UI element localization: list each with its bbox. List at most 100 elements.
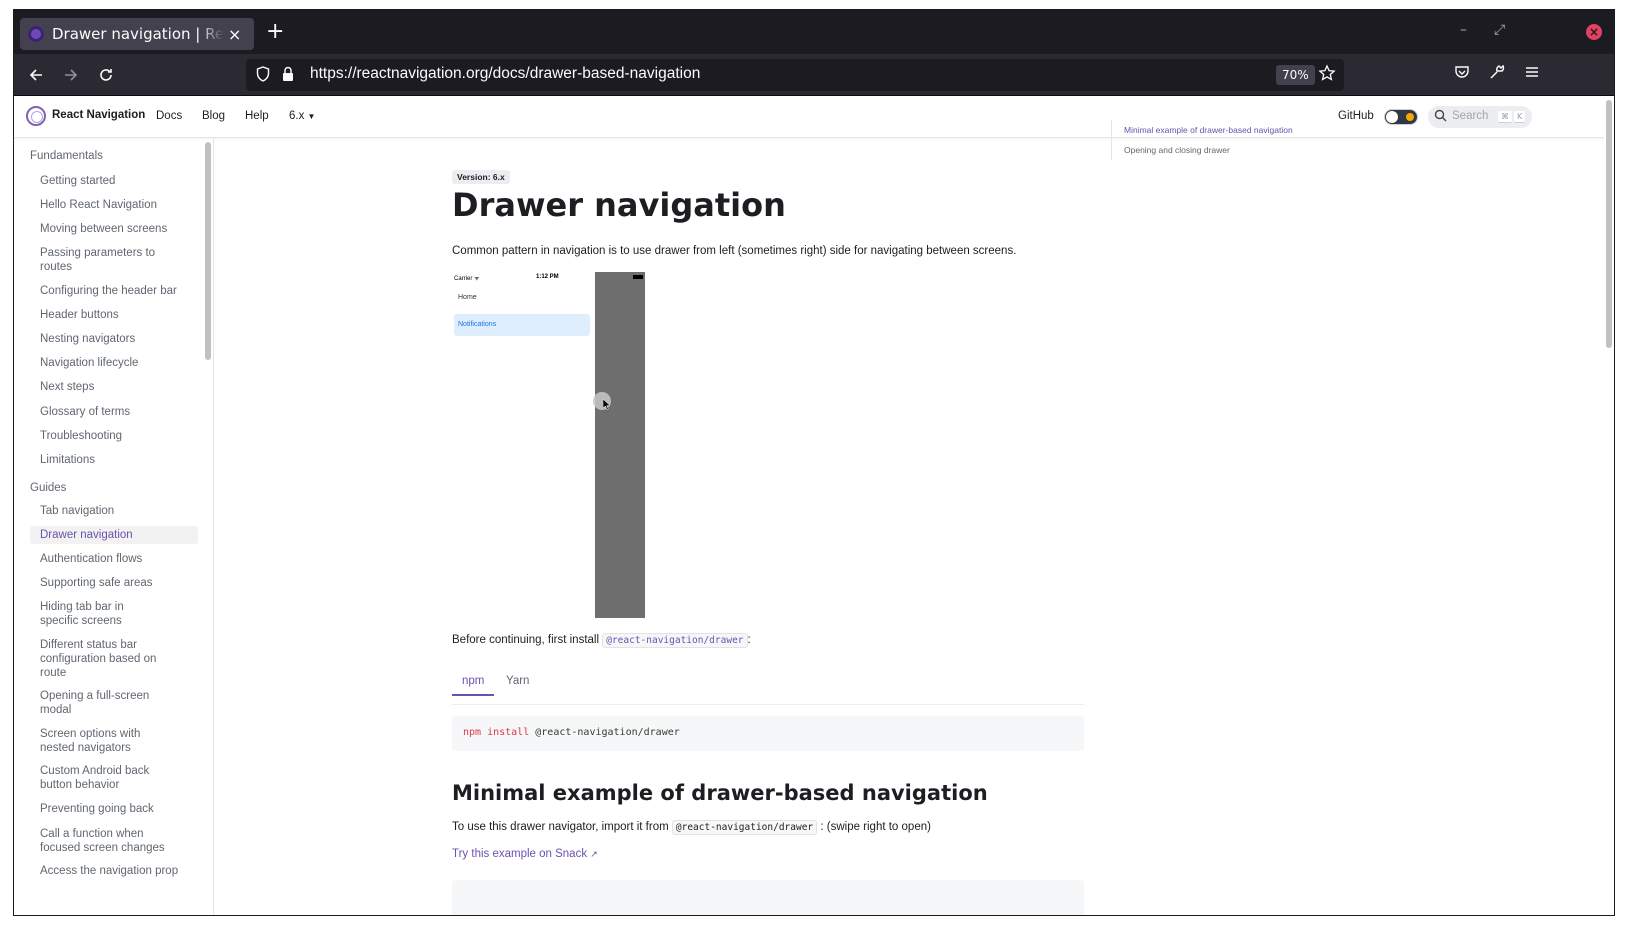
search-key-k: K bbox=[1514, 111, 1526, 123]
forward-arrow-icon bbox=[65, 69, 78, 81]
snack-link-text: Try this example on Snack bbox=[452, 848, 588, 860]
docs-sidebar: Fundamentals Getting started Hello React… bbox=[14, 138, 214, 915]
sidebar-item-configuring-header-bar[interactable]: Configuring the header bar bbox=[30, 282, 198, 300]
usage-prefix-text: To use this drawer navigator, import it … bbox=[452, 821, 669, 833]
tab-npm[interactable]: npm bbox=[452, 666, 495, 696]
nav-link-docs[interactable]: Docs bbox=[156, 110, 182, 122]
mouse-cursor-icon bbox=[603, 399, 611, 410]
sidebar-item-status-bar[interactable]: Different status bar configuration based… bbox=[30, 636, 170, 682]
toc-item-opening-closing-drawer[interactable]: Opening and closing drawer bbox=[1124, 140, 1351, 160]
sidebar-item-moving-between-screens[interactable]: Moving between screens bbox=[30, 220, 198, 238]
toc-item-minimal-example[interactable]: Minimal example of drawer-based navigati… bbox=[1124, 120, 1351, 140]
demo-screen-overlay bbox=[595, 272, 645, 618]
tracking-protection-shield-icon[interactable] bbox=[256, 66, 270, 82]
pocket-icon[interactable] bbox=[1454, 64, 1470, 80]
sidebar-item-full-screen-modal[interactable]: Opening a full-screen modal bbox=[30, 687, 160, 719]
bookmark-star-icon[interactable] bbox=[1318, 64, 1336, 82]
install-paragraph: Before continuing, first install @react-… bbox=[452, 633, 751, 648]
menu-hamburger-icon[interactable] bbox=[1524, 64, 1540, 80]
new-tab-button[interactable]: + bbox=[266, 20, 284, 44]
reload-button[interactable] bbox=[94, 63, 118, 87]
react-navigation-logo-icon[interactable] bbox=[26, 106, 46, 126]
sidebar-item-nesting-navigators[interactable]: Nesting navigators bbox=[30, 330, 198, 348]
sidebar-scrollbar[interactable] bbox=[205, 142, 211, 360]
search-placeholder: Search bbox=[1452, 110, 1489, 122]
demo-status-time: 1:12 PM bbox=[536, 274, 559, 280]
sidebar-item-hello-react-navigation[interactable]: Hello React Navigation bbox=[30, 196, 198, 214]
back-button[interactable] bbox=[24, 63, 48, 87]
site-brand[interactable]: React Navigation bbox=[52, 109, 145, 121]
sidebar-category-fundamentals[interactable]: Fundamentals bbox=[30, 150, 103, 162]
snack-example-link[interactable]: Try this example on Snack ↗ bbox=[452, 848, 598, 860]
usage-suffix-text: : (swipe right to open) bbox=[820, 821, 931, 833]
search-button[interactable]: Search ⌘ K bbox=[1428, 106, 1532, 128]
tab-close-icon[interactable]: × bbox=[228, 25, 241, 44]
browser-tab[interactable]: Drawer navigation | React Navigation × bbox=[20, 18, 254, 50]
usage-package-code: @react-navigation/drawer bbox=[671, 820, 818, 835]
sidebar-item-getting-started[interactable]: Getting started bbox=[30, 172, 198, 190]
lock-icon[interactable] bbox=[282, 66, 294, 82]
minimize-button[interactable]: – bbox=[1460, 22, 1467, 38]
sidebar-item-navigation-lifecycle[interactable]: Navigation lifecycle bbox=[30, 354, 198, 372]
intro-paragraph: Common pattern in navigation is to use d… bbox=[452, 245, 1017, 257]
restore-button[interactable]: ⤢ bbox=[1494, 22, 1505, 38]
demo-status-carrier: Carrier ᯤ bbox=[454, 276, 480, 282]
url-text[interactable]: https://reactnavigation.org/docs/drawer-… bbox=[310, 65, 700, 83]
version-badge: Version: 6.x bbox=[452, 170, 510, 184]
tab-yarn[interactable]: Yarn bbox=[496, 666, 539, 696]
code-keyword: npm install bbox=[463, 727, 530, 738]
drawer-demo-animation: Carrier ᯤ 1:12 PM Home Notifications bbox=[452, 272, 648, 620]
forward-button[interactable] bbox=[59, 63, 83, 87]
sidebar-item-glossary[interactable]: Glossary of terms bbox=[30, 403, 198, 421]
external-link-icon: ↗ bbox=[590, 849, 598, 859]
sidebar-item-next-steps[interactable]: Next steps bbox=[30, 378, 198, 396]
tab-title: Drawer navigation | React Navigation bbox=[52, 25, 224, 43]
sidebar-item-screen-options[interactable]: Screen options with nested navigators bbox=[30, 725, 180, 757]
demo-drawer-panel: Carrier ᯤ 1:12 PM Home Notifications bbox=[452, 272, 595, 620]
page-scrollbar[interactable] bbox=[1604, 96, 1614, 915]
search-key-cmd: ⌘ bbox=[1498, 111, 1512, 123]
install-suffix-text: : bbox=[747, 634, 751, 646]
sidebar-item-troubleshooting[interactable]: Troubleshooting bbox=[30, 427, 198, 445]
nav-link-blog[interactable]: Blog bbox=[202, 110, 225, 122]
sidebar-item-tab-navigation[interactable]: Tab navigation bbox=[30, 502, 198, 520]
sidebar-item-passing-parameters[interactable]: Passing parameters to routes bbox=[30, 244, 170, 276]
browser-toolbar: https://reactnavigation.org/docs/drawer-… bbox=[14, 54, 1614, 96]
dark-mode-toggle[interactable] bbox=[1384, 109, 1418, 125]
demo-drawer-item-home: Home bbox=[458, 294, 477, 301]
install-prefix-text: Before continuing, first install bbox=[452, 634, 600, 646]
install-code-block[interactable]: npm install @react-navigation/drawer bbox=[452, 716, 1084, 751]
tab-strip: Drawer navigation | React Navigation × +… bbox=[14, 10, 1614, 54]
sidebar-item-hiding-tab-bar[interactable]: Hiding tab bar in specific screens bbox=[30, 598, 170, 630]
react-navigation-favicon-icon bbox=[28, 26, 44, 42]
sidebar-category-guides[interactable]: Guides bbox=[30, 482, 66, 494]
zoom-level-badge[interactable]: 70% bbox=[1276, 65, 1315, 85]
tabs-divider bbox=[452, 704, 1084, 705]
site-navbar: React Navigation Docs Blog Help 6.x ▼ Gi… bbox=[14, 96, 1614, 138]
nav-link-help[interactable]: Help bbox=[245, 110, 269, 122]
page-scrollbar-thumb[interactable] bbox=[1606, 100, 1612, 348]
sidebar-item-authentication-flows[interactable]: Authentication flows bbox=[30, 550, 198, 568]
wrench-icon[interactable] bbox=[1489, 64, 1505, 80]
sidebar-item-limitations[interactable]: Limitations bbox=[30, 451, 198, 469]
usage-paragraph: To use this drawer navigator, import it … bbox=[452, 820, 931, 835]
example-code-block[interactable] bbox=[452, 880, 1084, 915]
sidebar-item-focused-screen-changes[interactable]: Call a function when focused screen chan… bbox=[30, 825, 180, 857]
sidebar-item-drawer-navigation[interactable]: Drawer navigation bbox=[30, 526, 198, 544]
section-heading-minimal-example: Minimal example of drawer-based navigati… bbox=[452, 781, 988, 805]
sidebar-item-header-buttons[interactable]: Header buttons bbox=[30, 306, 198, 324]
reload-icon bbox=[100, 69, 112, 81]
address-bar[interactable]: https://reactnavigation.org/docs/drawer-… bbox=[246, 59, 1344, 91]
web-page: React Navigation Docs Blog Help 6.x ▼ Gi… bbox=[14, 96, 1614, 915]
search-icon bbox=[1434, 109, 1447, 122]
page-title: Drawer navigation bbox=[452, 186, 786, 224]
demo-battery-icon bbox=[633, 275, 643, 279]
sidebar-item-preventing-going-back[interactable]: Preventing going back bbox=[30, 800, 198, 818]
sidebar-item-android-back[interactable]: Custom Android back button behavior bbox=[30, 762, 160, 794]
install-package-code[interactable]: @react-navigation/drawer bbox=[602, 633, 748, 648]
sidebar-item-navigation-prop[interactable]: Access the navigation prop bbox=[30, 862, 198, 880]
version-dropdown[interactable]: 6.x ▼ bbox=[289, 110, 315, 122]
sidebar-item-safe-areas[interactable]: Supporting safe areas bbox=[30, 574, 198, 592]
window-close-button[interactable]: × bbox=[1586, 24, 1602, 40]
demo-drawer-item-notifications: Notifications bbox=[454, 314, 590, 336]
